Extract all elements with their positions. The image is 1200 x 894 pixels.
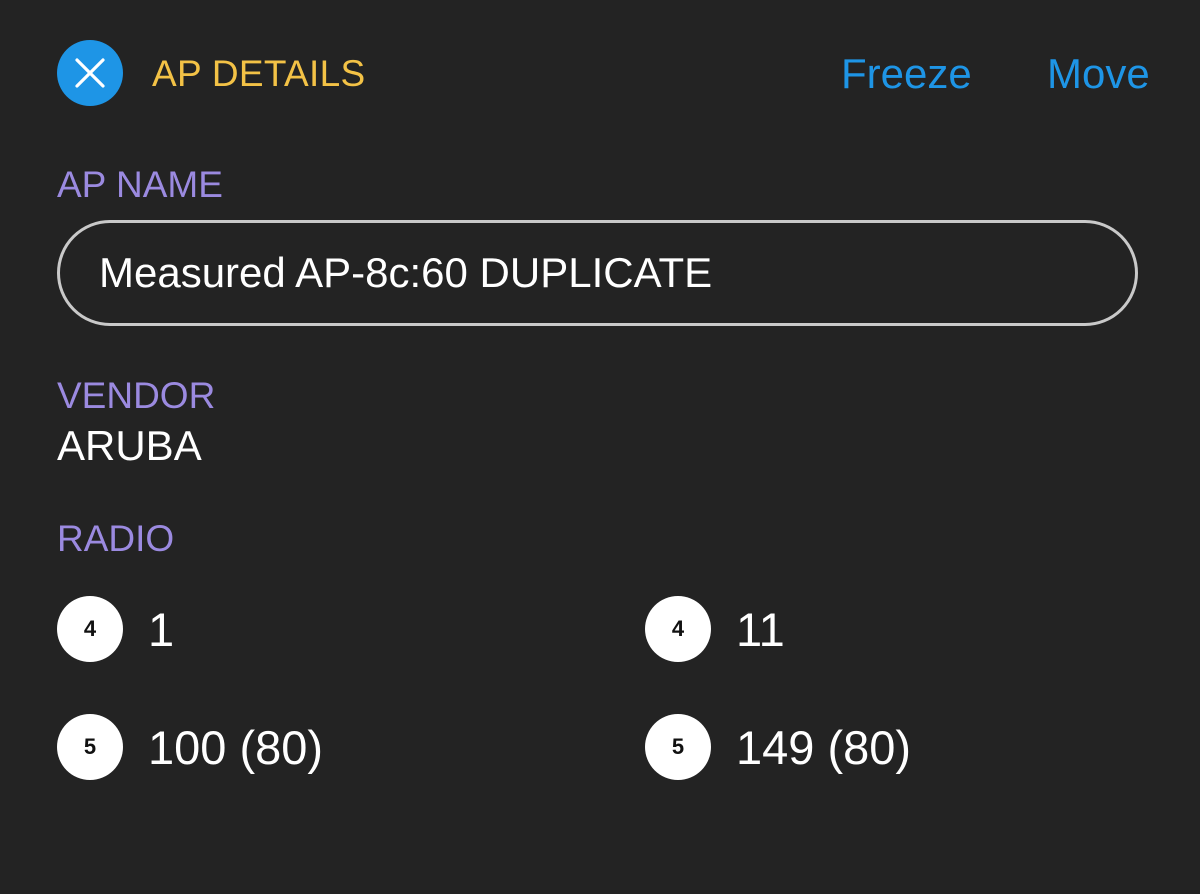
move-button[interactable]: Move [1047, 50, 1150, 98]
radio-label: RADIO [57, 518, 175, 559]
band-badge: 5 [57, 714, 123, 780]
ap-name-label: AP NAME [57, 164, 223, 205]
close-icon [75, 58, 105, 88]
page-title: AP DETAILS [152, 53, 366, 94]
ap-details-screen: AP DETAILS Freeze Move AP NAME Measured … [0, 0, 1200, 894]
channel-value: 11 [736, 602, 785, 656]
freeze-button[interactable]: Freeze [841, 50, 972, 98]
radio-item: 4 1 [57, 594, 174, 664]
header-bar: AP DETAILS Freeze Move [0, 0, 1200, 150]
band-badge: 5 [645, 714, 711, 780]
vendor-label: VENDOR [57, 375, 216, 416]
channel-value: 149 (80) [736, 720, 912, 774]
vendor-value: ARUBA [57, 422, 202, 469]
channel-value: 100 (80) [148, 720, 324, 774]
ap-name-field[interactable]: Measured AP-8c:60 DUPLICATE [57, 220, 1138, 326]
radio-item: 5 149 (80) [645, 712, 911, 782]
close-button[interactable] [57, 40, 123, 106]
band-badge: 4 [57, 596, 123, 662]
band-badge: 4 [645, 596, 711, 662]
radio-item: 5 100 (80) [57, 712, 323, 782]
channel-value: 1 [148, 602, 175, 656]
radio-item: 4 11 [645, 594, 785, 664]
